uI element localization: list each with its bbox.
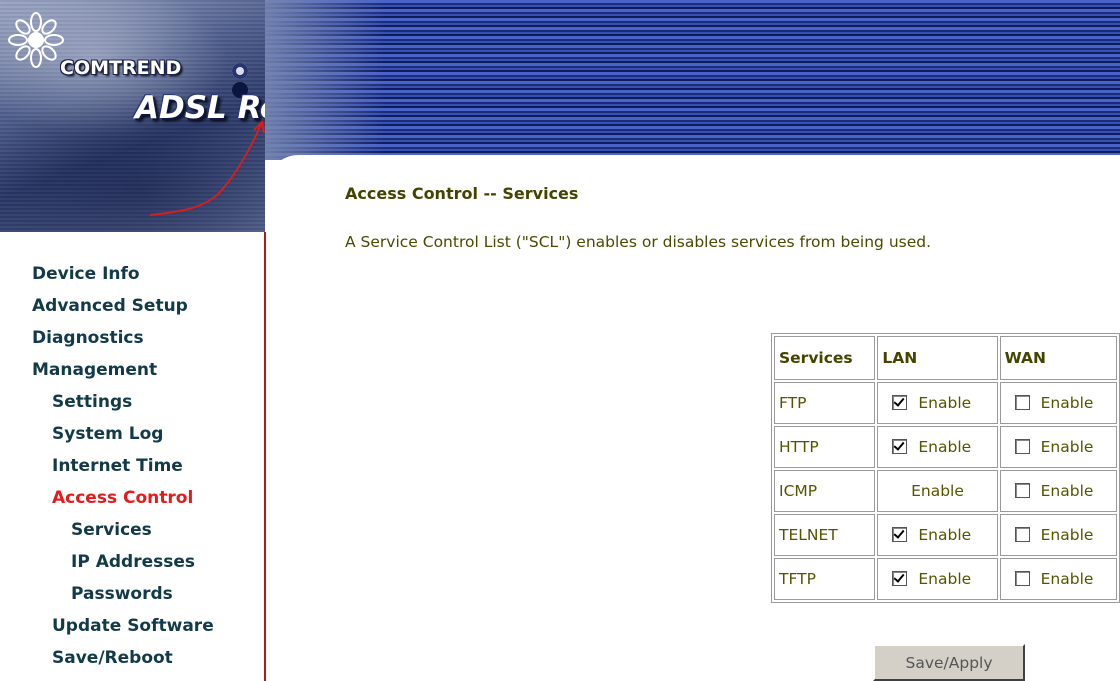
lan-telnet-checkbox[interactable] — [892, 527, 908, 542]
wan-cell: Enable — [999, 514, 1117, 556]
enable-label: Enable — [1040, 526, 1094, 544]
sidebar-item-system-log[interactable]: System Log — [52, 424, 163, 444]
enable-label: Enable — [1040, 394, 1094, 412]
service-name: ICMP — [774, 470, 876, 512]
service-name: HTTP — [774, 426, 876, 468]
service-name: FTP — [774, 382, 876, 424]
sidebar-item-internet-time[interactable]: Internet Time — [52, 456, 183, 476]
enable-label: Enable — [1040, 482, 1094, 500]
service-name: TFTP — [774, 558, 876, 600]
table-header-row: Services LAN WAN — [774, 336, 1117, 380]
wan-cell: Enable — [999, 558, 1117, 600]
lan-ftp-checkbox[interactable] — [892, 395, 908, 410]
banner-stripes — [265, 0, 1120, 160]
lan-cell: Enable — [877, 558, 998, 600]
sidebar-item-services[interactable]: Services — [71, 520, 152, 540]
sidebar-item-access-control[interactable]: Access Control — [52, 488, 193, 508]
banner-image: COMTREND ADSL Router — [0, 0, 265, 232]
lan-http-checkbox[interactable] — [892, 439, 908, 454]
enable-label: Enable — [918, 394, 972, 412]
service-control-table: Services LAN WAN FTP Enable Enable HTTP … — [771, 333, 1120, 603]
wan-cell: Enable — [999, 470, 1117, 512]
red-signal-line-icon — [150, 120, 265, 216]
banner-stripes-fade — [265, 0, 385, 160]
enable-label: Enable — [918, 570, 972, 588]
table-row: TELNET Enable Enable — [774, 514, 1117, 556]
sidebar-item-device-info[interactable]: Device Info — [32, 264, 140, 284]
wan-ftp-checkbox[interactable] — [1014, 395, 1030, 410]
page-title: Access Control -- Services — [345, 184, 579, 203]
sidebar-item-passwords[interactable]: Passwords — [71, 584, 173, 604]
sidebar-item-settings[interactable]: Settings — [52, 392, 132, 412]
comtrend-flower-icon — [8, 12, 64, 68]
sidebar-item-diagnostics[interactable]: Diagnostics — [32, 328, 144, 348]
brand-logo: COMTREND — [60, 57, 182, 79]
table-row: FTP Enable Enable — [774, 382, 1117, 424]
wan-icmp-checkbox[interactable] — [1014, 483, 1030, 498]
sidebar-item-management[interactable]: Management — [32, 360, 157, 380]
service-name: TELNET — [774, 514, 876, 556]
enable-label: Enable — [1040, 438, 1094, 456]
enable-label: Enable — [911, 482, 964, 500]
enable-label: Enable — [1040, 570, 1094, 588]
sidebar-item-advanced-setup[interactable]: Advanced Setup — [32, 296, 188, 316]
wan-cell: Enable — [999, 426, 1117, 468]
header-lan: LAN — [877, 336, 998, 380]
enable-label: Enable — [918, 438, 972, 456]
wan-http-checkbox[interactable] — [1014, 439, 1030, 454]
header-wan: WAN — [999, 336, 1117, 380]
sidebar-item-ip-addresses[interactable]: IP Addresses — [71, 552, 195, 572]
header-services: Services — [774, 336, 876, 380]
lan-cell: Enable — [877, 426, 998, 468]
lan-cell: Enable — [877, 470, 998, 512]
save-apply-button[interactable]: Save/Apply — [873, 644, 1025, 681]
lan-cell: Enable — [877, 382, 998, 424]
sidebar-nav: Device Info Advanced Setup Diagnostics M… — [0, 232, 266, 681]
lan-cell: Enable — [877, 514, 998, 556]
sidebar-item-update-software[interactable]: Update Software — [52, 616, 214, 636]
table-row: TFTP Enable Enable — [774, 558, 1117, 600]
table-row: ICMP Enable Enable — [774, 470, 1117, 512]
hollow-dot-icon — [232, 62, 248, 79]
enable-label: Enable — [918, 526, 972, 544]
wan-telnet-checkbox[interactable] — [1014, 527, 1030, 542]
sidebar-item-save-reboot[interactable]: Save/Reboot — [52, 648, 173, 668]
wan-cell: Enable — [999, 382, 1117, 424]
page-description: A Service Control List ("SCL") enables o… — [345, 233, 932, 251]
table-row: HTTP Enable Enable — [774, 426, 1117, 468]
wan-tftp-checkbox[interactable] — [1014, 571, 1030, 586]
lan-tftp-checkbox[interactable] — [892, 571, 908, 586]
